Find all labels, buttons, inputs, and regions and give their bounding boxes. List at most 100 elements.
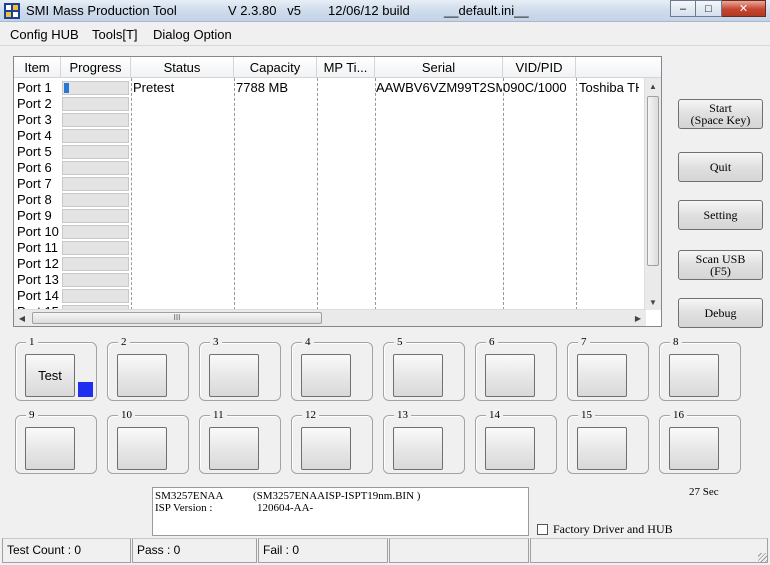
column-header-capacity[interactable]: Capacity <box>234 57 317 78</box>
scroll-right-icon[interactable]: ▶ <box>630 310 646 326</box>
vendor-cell: Toshiba TH <box>579 80 639 95</box>
port-panel-3: 3 <box>199 336 281 401</box>
scroll-left-icon[interactable]: ◀ <box>14 310 30 326</box>
table-row[interactable]: Port 10 <box>14 224 644 240</box>
table-row[interactable]: Port 13 <box>14 272 644 288</box>
port-panel-1: 1 Test <box>15 336 97 401</box>
debug-button[interactable]: Debug <box>678 298 763 328</box>
menu-tools[interactable]: Tools[T] <box>92 27 138 42</box>
port-panel-12: 12 <box>291 409 373 474</box>
progress-bar <box>62 225 129 239</box>
checkbox-icon[interactable] <box>537 524 548 535</box>
port-label: Port 3 <box>17 112 52 127</box>
progress-bar <box>62 273 129 287</box>
port-14-button[interactable] <box>485 427 535 470</box>
table-row[interactable]: Port 4 <box>14 128 644 144</box>
progress-bar <box>62 113 129 127</box>
test-count-status: Test Count : 0 <box>2 538 131 563</box>
port-11-button[interactable] <box>209 427 259 470</box>
port-2-button[interactable] <box>117 354 167 397</box>
column-header-serial[interactable]: Serial <box>375 57 503 78</box>
horizontal-scrollbar[interactable]: ◀ III ▶ <box>14 309 646 326</box>
menu-config-hub[interactable]: Config HUB <box>10 27 79 42</box>
port-number: 4 <box>302 336 314 348</box>
controller-model: SM3257ENAA <box>155 490 224 502</box>
progress-bar <box>62 241 129 255</box>
vertical-scrollbar[interactable]: ▲ ▼ <box>644 78 661 310</box>
column-header-item[interactable]: Item <box>14 57 61 78</box>
setting-button[interactable]: Setting <box>678 200 763 230</box>
serial-cell: AAWBV6VZM99T2SM <box>376 80 502 95</box>
table-row[interactable]: Port 11 <box>14 240 644 256</box>
progress-fill <box>64 83 69 93</box>
main-window: SMI Mass Production Tool V 2.3.80 v5 12/… <box>0 0 770 565</box>
column-header-vendor[interactable] <box>576 57 661 78</box>
port-13-button[interactable] <box>393 427 443 470</box>
port-panel-11: 11 <box>199 409 281 474</box>
port-label: Port 2 <box>17 96 52 111</box>
port-16-button[interactable] <box>669 427 719 470</box>
title-bar[interactable]: SMI Mass Production Tool V 2.3.80 v5 12/… <box>0 0 770 22</box>
port-7-button[interactable] <box>577 354 627 397</box>
table-row[interactable]: Port 2 <box>14 96 644 112</box>
port-panel-14: 14 <box>475 409 557 474</box>
port-number: 2 <box>118 336 130 348</box>
port-label: Port 11 <box>17 240 58 255</box>
port-1-button[interactable]: Test <box>25 354 75 397</box>
port-5-button[interactable] <box>393 354 443 397</box>
table-row[interactable]: Port 1 Pretest 7788 MB AAWBV6VZM99T2SM 090C/… <box>14 80 644 96</box>
port-label: Port 1 <box>17 80 52 95</box>
column-header-vid-pid[interactable]: VID/PID <box>503 57 576 78</box>
table-row[interactable]: Port 6 <box>14 160 644 176</box>
status-segment-empty <box>389 538 529 563</box>
resize-grip-icon[interactable] <box>758 553 768 563</box>
table-row[interactable]: Port 8 <box>14 192 644 208</box>
start-button[interactable]: Start (Space Key) <box>678 99 763 129</box>
port-label: Port 10 <box>17 224 59 239</box>
pass-status: Pass : 0 <box>132 538 257 563</box>
port-number: 15 <box>578 409 595 421</box>
port-4-button[interactable] <box>301 354 351 397</box>
port-8-button[interactable] <box>669 354 719 397</box>
table-row[interactable]: Port 14 <box>14 288 644 304</box>
isp-version-value: 120604-AA- <box>257 502 314 514</box>
close-button[interactable]: ✕ <box>722 0 766 17</box>
horizontal-scroll-thumb[interactable]: III <box>32 312 322 324</box>
port-panel-5: 5 <box>383 336 465 401</box>
minimize-button[interactable]: – <box>670 0 696 17</box>
port-9-button[interactable] <box>25 427 75 470</box>
progress-bar <box>62 257 129 271</box>
factory-driver-checkbox[interactable]: Factory Driver and HUB <box>537 522 673 537</box>
port-3-button[interactable] <box>209 354 259 397</box>
table-row[interactable]: Port 9 <box>14 208 644 224</box>
progress-bar <box>62 145 129 159</box>
status-cell: Pretest <box>133 80 175 95</box>
menu-dialog-option[interactable]: Dialog Option <box>153 27 232 42</box>
port-number: 10 <box>118 409 135 421</box>
scroll-down-icon[interactable]: ▼ <box>645 294 661 310</box>
port-label: Port 6 <box>17 160 52 175</box>
vertical-scroll-thumb[interactable] <box>647 96 659 266</box>
table-row[interactable]: Port 12 <box>14 256 644 272</box>
port-15-button[interactable] <box>577 427 627 470</box>
fail-status: Fail : 0 <box>258 538 388 563</box>
table-row[interactable]: Port 5 <box>14 144 644 160</box>
port-label: Port 7 <box>17 176 52 191</box>
scroll-up-icon[interactable]: ▲ <box>645 78 661 94</box>
column-header-status[interactable]: Status <box>131 57 234 78</box>
port-number: 5 <box>394 336 406 348</box>
table-row[interactable]: Port 3 <box>14 112 644 128</box>
port-number: 9 <box>26 409 38 421</box>
port-10-button[interactable] <box>117 427 167 470</box>
port-number: 7 <box>578 336 590 348</box>
port-12-button[interactable] <box>301 427 351 470</box>
scan-usb-button[interactable]: Scan USB (F5) <box>678 250 763 280</box>
quit-button[interactable]: Quit <box>678 152 763 182</box>
scan-usb-hotkey: (F5) <box>710 264 731 278</box>
maximize-button[interactable]: □ <box>696 0 722 17</box>
column-header-mp-time[interactable]: MP Ti... <box>317 57 375 78</box>
port-list-view[interactable]: Item Progress Status Capacity MP Ti... S… <box>13 56 662 327</box>
table-row[interactable]: Port 7 <box>14 176 644 192</box>
port-6-button[interactable] <box>485 354 535 397</box>
column-header-progress[interactable]: Progress <box>61 57 131 78</box>
